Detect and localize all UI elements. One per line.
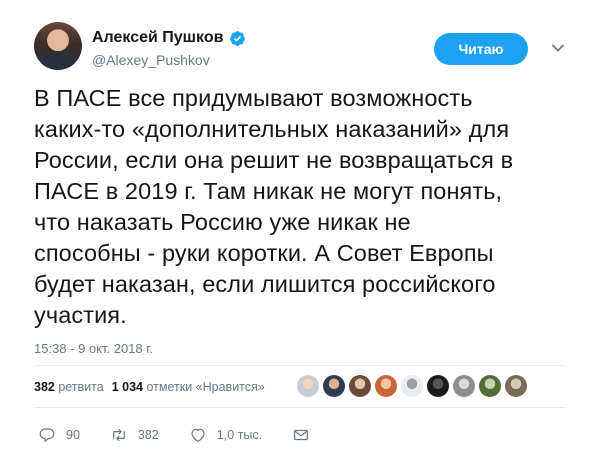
retweet-label: ретвита	[58, 380, 104, 394]
liker-avatar[interactable]	[297, 375, 319, 397]
liker-avatar[interactable]	[479, 375, 501, 397]
liker-avatar[interactable]	[401, 375, 423, 397]
like-count: 1 034	[111, 380, 143, 394]
author-name-row[interactable]: Алексей Пушков	[92, 29, 246, 47]
retweet-button[interactable]: 382	[110, 426, 159, 444]
reply-icon	[39, 428, 55, 442]
heart-icon	[191, 428, 205, 442]
liker-avatar[interactable]	[323, 375, 345, 397]
divider	[34, 407, 566, 408]
following-button[interactable]: Читаю	[434, 33, 528, 65]
liker-avatar[interactable]	[453, 375, 475, 397]
engagement-stats: 382 ретвита 1 034 отметки «Нравится»	[34, 380, 265, 394]
like-button[interactable]: 1,0 тыс.	[189, 426, 262, 444]
author-handle[interactable]: @Alexey_Pushkov	[92, 52, 210, 68]
like-label: отметки «Нравится»	[146, 380, 265, 394]
verified-badge-icon	[230, 30, 246, 46]
retweet-count: 382	[34, 380, 55, 394]
liker-avatar[interactable]	[427, 375, 449, 397]
retweet-icon	[113, 428, 125, 442]
tweet-timestamp[interactable]: 15:38 - 9 окт. 2018 г.	[34, 341, 153, 356]
liker-avatar[interactable]	[349, 375, 371, 397]
liker-avatar[interactable]	[505, 375, 527, 397]
author-name[interactable]: Алексей Пушков	[92, 29, 223, 47]
divider	[34, 365, 566, 366]
avatar[interactable]	[34, 22, 82, 70]
like-action-count: 1,0 тыс.	[216, 428, 263, 442]
reply-button[interactable]: 90	[38, 426, 80, 444]
liker-avatar[interactable]	[375, 375, 397, 397]
envelope-icon	[294, 429, 309, 441]
retweet-action-count: 382	[137, 428, 159, 442]
direct-message-button[interactable]	[292, 426, 310, 444]
chevron-down-icon[interactable]	[548, 38, 568, 58]
liker-avatars	[297, 375, 527, 397]
reply-count: 90	[66, 428, 80, 442]
tweet-text: В ПАСЕ все придумывают возможность каких…	[34, 85, 514, 328]
tweet-actions: 90 382 1,0 тыс.	[38, 426, 340, 444]
retweet-stat[interactable]: 382 ретвита	[34, 380, 104, 394]
like-stat[interactable]: 1 034 отметки «Нравится»	[112, 380, 265, 394]
